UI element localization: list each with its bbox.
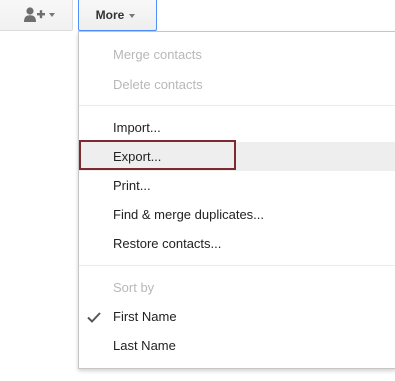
- menu-item-print[interactable]: Print...: [79, 171, 395, 200]
- add-contact-button[interactable]: [0, 0, 73, 31]
- more-button[interactable]: More: [78, 0, 157, 31]
- sort-first-name-label: First Name: [113, 309, 177, 324]
- menu-item-export[interactable]: Export...: [79, 142, 395, 171]
- menu-item-sort-first-name[interactable]: First Name: [79, 302, 395, 331]
- menu-item-merge-contacts: Merge contacts: [113, 47, 202, 62]
- chevron-down-icon: [129, 13, 136, 18]
- menu-item-restore-contacts[interactable]: Restore contacts...: [79, 229, 395, 258]
- menu-separator: [79, 105, 395, 106]
- menu-item-delete-contacts: Delete contacts: [113, 77, 203, 92]
- more-button-label: More: [95, 8, 125, 22]
- contacts-toolbar-area: More Merge contacts Delete contacts Impo…: [0, 0, 395, 381]
- menu-item-import[interactable]: Import...: [79, 113, 395, 142]
- menu-item-sort-last-name[interactable]: Last Name: [79, 331, 395, 360]
- chevron-down-icon: [49, 13, 55, 17]
- sort-by-heading: Sort by: [113, 280, 155, 295]
- more-dropdown-menu: Merge contacts Delete contacts Import...…: [78, 31, 395, 369]
- menu-separator: [79, 265, 395, 266]
- checkmark-icon: [87, 312, 101, 323]
- menu-item-find-merge-duplicates[interactable]: Find & merge duplicates...: [79, 200, 395, 229]
- person-add-icon: [24, 7, 45, 22]
